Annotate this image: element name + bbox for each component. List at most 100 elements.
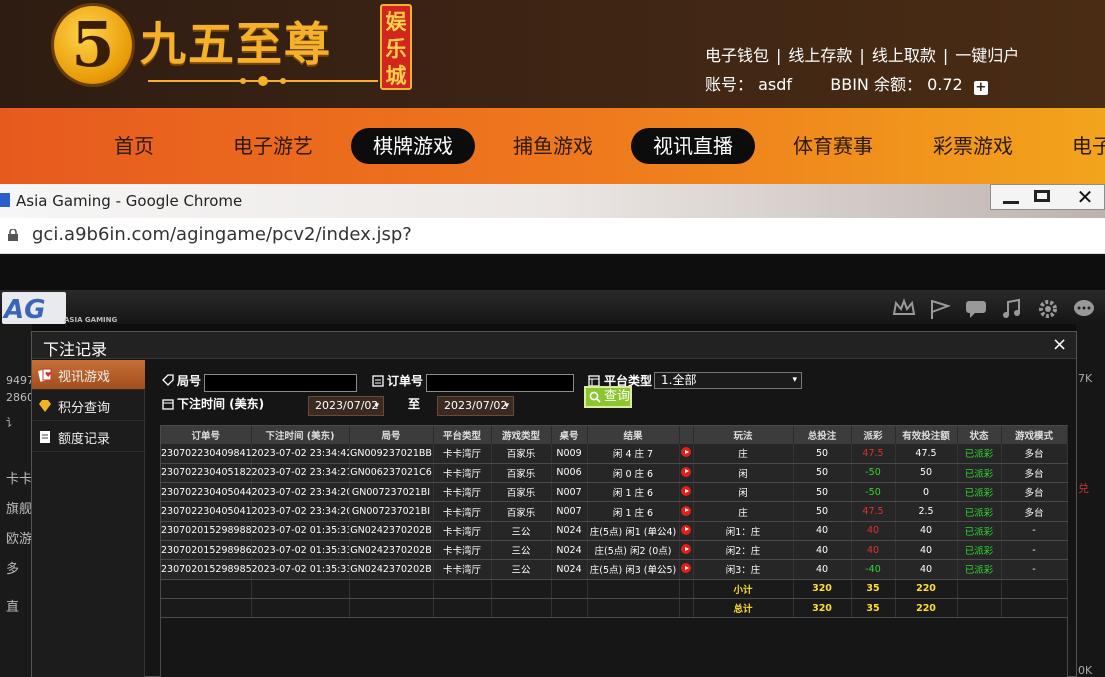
table-cell: 闲1：庄 [693, 521, 794, 541]
nav-item-fishing[interactable]: 捕鱼游戏 [513, 128, 593, 164]
table-cell: 50 [793, 501, 852, 522]
table-cell: 多台 [1001, 444, 1068, 464]
side-item-credit-records[interactable]: 额度记录 [32, 422, 145, 452]
plus-icon[interactable]: + [973, 81, 988, 95]
table-cell: 47.5 [851, 501, 896, 522]
chrome-titlebar[interactable]: Asia Gaming - Google Chrome ✕ [0, 184, 1105, 218]
side-item-live-games[interactable]: ♥ 视讯游戏 [32, 360, 145, 390]
date-from-picker[interactable]: 2023/07/02 ▾ [308, 396, 384, 416]
nav-item-electronic[interactable]: 电子 [1072, 128, 1105, 164]
url-text[interactable]: gci.a9b6in.com/agingame/pcv2/index.jsp? [32, 224, 412, 245]
ag-logo-text: AG [4, 295, 46, 325]
diamond-icon [39, 400, 51, 412]
table-cell: 闲2：庄 [693, 540, 794, 561]
bet-record-dialog: 下注记录 × ♥ 视讯游戏 积分查询 额度记录 局号 订单号 平台类型 1.全部… [31, 331, 1077, 677]
gear-icon[interactable] [1036, 298, 1060, 320]
bet-time-label: 下注时间 (美东) [177, 397, 265, 411]
calendar-icon [162, 399, 174, 410]
wallet-link[interactable]: 电子钱包 [705, 46, 769, 65]
table-row[interactable]: 230702015298986 2023-07-02 01:35:33 GN0242… [161, 540, 1068, 561]
video-replay-icon[interactable] [681, 505, 691, 516]
video-replay-icon[interactable] [681, 524, 691, 535]
minimize-icon[interactable] [997, 185, 1027, 209]
table-cell: 2023-07-02 23:34:20 [251, 501, 350, 522]
maximize-icon[interactable] [1029, 185, 1059, 209]
site-logo[interactable]: 5 九五至尊 娱 乐 城 [52, 2, 422, 102]
table-cell [251, 598, 350, 619]
table-cell: 卡卡湾厅 [433, 482, 492, 503]
nav-item-live[interactable]: 视讯直播 [631, 128, 755, 164]
table-cell: N006 [551, 463, 588, 484]
table-cell: 40 [895, 521, 958, 541]
table-cell: 35 [851, 598, 896, 619]
total-row: 总计 320 35 220 [161, 598, 1068, 619]
table-cell: 庄(5点) 闲2 (0点) [587, 540, 680, 561]
date-to-picker[interactable]: 2023/07/02 ▾ [437, 396, 514, 416]
table-row[interactable]: 230702230409841 2023-07-02 23:34:42 GN0092… [161, 444, 1068, 464]
logo-ornament-icon [148, 76, 378, 86]
column-header: 结果 [587, 426, 680, 444]
table-row[interactable]: 230702015298988 2023-07-02 01:35:33 GN0242… [161, 521, 1068, 541]
table-row[interactable]: 230702230405182 2023-07-02 23:34:21 GN0062… [161, 463, 1068, 484]
logo-text: 九五至尊 [140, 17, 332, 71]
nav-item-sports[interactable]: 体育赛事 [793, 128, 873, 164]
table-cell: 闲 4 庄 7 [587, 444, 680, 464]
video-replay-icon[interactable] [681, 544, 691, 555]
query-button[interactable]: 查询 [584, 386, 632, 408]
platform-select[interactable]: 1.全部 ▾ [654, 372, 802, 389]
video-replay-icon[interactable] [681, 447, 691, 458]
window-controls: ✕ [990, 184, 1105, 210]
table-row[interactable]: 230702230405044 2023-07-02 23:34:20 GN0072… [161, 482, 1068, 503]
nav-item-slots[interactable]: 电子游艺 [233, 128, 313, 164]
message-icon[interactable] [1072, 298, 1096, 320]
consolidate-link[interactable]: 一键归户 [955, 46, 1019, 65]
replay-cell [679, 444, 694, 464]
table-cell: 320 [793, 579, 852, 599]
video-replay-icon[interactable] [681, 466, 691, 477]
order-label: 订单号 [387, 374, 424, 388]
table-cell: 40 [895, 559, 958, 580]
deposit-link[interactable]: 线上存款 [788, 46, 852, 65]
chrome-window: Asia Gaming - Google Chrome ✕ gci.a9b6in… [0, 184, 1105, 677]
flag-icon[interactable] [928, 298, 952, 320]
order-input[interactable] [426, 374, 574, 392]
round-input[interactable] [204, 374, 357, 392]
table-cell: 卡卡湾厅 [433, 463, 492, 484]
column-header: 游戏模式 [1001, 426, 1068, 444]
close-icon[interactable]: × [1052, 334, 1067, 355]
table-cell: 230702230405041 [161, 501, 252, 522]
nav-item-lottery[interactable]: 彩票游戏 [933, 128, 1013, 164]
withdraw-link[interactable]: 线上取款 [872, 46, 936, 65]
close-window-icon[interactable]: ✕ [1067, 185, 1103, 209]
nav-item-chess[interactable]: 棋牌游戏 [351, 128, 475, 164]
bg-fragment: 9497 [6, 374, 34, 387]
table-cell: 40 [895, 540, 958, 561]
vip-crown-icon[interactable] [892, 298, 916, 320]
table-cell: 已派彩 [957, 521, 1002, 541]
table-cell: 闲3：庄 [693, 559, 794, 580]
table-cell: N009 [551, 444, 588, 464]
svg-text:♥: ♥ [45, 371, 51, 379]
table-cell [1001, 598, 1068, 619]
table-row[interactable]: 230702230405041 2023-07-02 23:34:20 GN0072… [161, 501, 1068, 522]
side-item-points[interactable]: 积分查询 [32, 391, 145, 421]
ag-page: AG ASIA GAMING 9497 2860 讠 卡卡 旗舰 欧游 多 直 [0, 254, 1105, 677]
table-cell: 已派彩 [957, 540, 1002, 561]
video-replay-icon[interactable] [681, 563, 691, 574]
ag-logo-subtitle: ASIA GAMING [64, 316, 118, 324]
chat-icon[interactable] [964, 298, 988, 320]
logo-seal: 娱 乐 城 [380, 4, 412, 90]
bg-fragment: 兑 [1078, 482, 1089, 495]
main-nav: 首页 电子游艺 棋牌游戏 捕鱼游戏 视讯直播 体育赛事 彩票游戏 电子 [0, 108, 1105, 184]
table-cell: 多台 [1001, 501, 1068, 522]
music-icon[interactable] [1000, 298, 1024, 320]
table-row[interactable]: 230702015298985 2023-07-02 01:35:33 GN0242… [161, 559, 1068, 580]
video-replay-icon[interactable] [681, 486, 691, 497]
nav-item-home[interactable]: 首页 [114, 128, 154, 164]
address-bar[interactable]: gci.a9b6in.com/agingame/pcv2/index.jsp? [0, 218, 1105, 254]
table-cell: 2023-07-02 23:34:21 [251, 463, 350, 484]
replay-cell [679, 482, 694, 503]
table-cell: 百家乐 [491, 501, 552, 522]
table-cell: 220 [895, 598, 958, 619]
table-cell [587, 598, 680, 619]
